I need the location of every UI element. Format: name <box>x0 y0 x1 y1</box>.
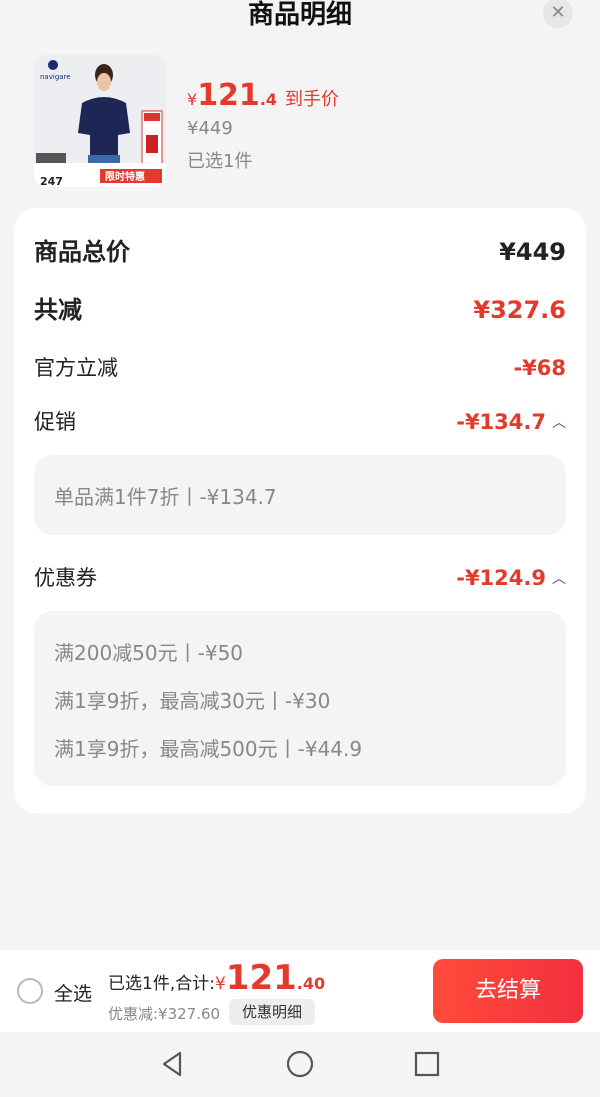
promo-label: 促销 <box>34 410 76 434</box>
coupon-detail-line: 满200减50元丨-¥50 <box>54 641 244 665</box>
chevron-up-icon[interactable]: ︿ <box>552 405 566 441</box>
price-tag: 到手价 <box>285 89 340 110</box>
price-currency: ¥ <box>187 90 198 109</box>
product-thumbnail: navigare 限时特惠 247 <box>34 55 166 187</box>
discount-detail-button[interactable]: 优惠明细 <box>229 999 315 1025</box>
total-decimal: .40 <box>296 974 326 993</box>
back-icon[interactable] <box>156 1048 188 1080</box>
image-number-text: 247 <box>40 175 63 187</box>
image-promo-text: 限时特惠 <box>105 170 145 183</box>
total-discount-label: 共减 <box>34 296 82 324</box>
total-currency: ¥ <box>214 974 226 994</box>
discount-note: 优惠减:¥327.60 <box>108 1005 221 1023</box>
coupon-detail-box: 满200减50元丨-¥50 满1享9折，最高减30元丨-¥30 满1享9折，最高… <box>34 611 566 786</box>
chevron-up-icon[interactable]: ︿ <box>552 561 566 597</box>
image-brand-text: navigare <box>40 73 71 81</box>
system-nav-bar <box>0 1032 600 1097</box>
promo-detail-line: 单品满1件7折丨-¥134.7 <box>54 485 277 509</box>
official-discount-row: 官方立减 -¥68 <box>34 350 566 386</box>
checkout-button[interactable]: 去结算 <box>433 959 583 1023</box>
official-discount-label: 官方立减 <box>34 356 118 380</box>
total-summary: 已选1件,合计:¥121.40 <box>108 958 325 998</box>
total-discount-row: 共减 ¥327.6 <box>34 292 566 328</box>
coupon-value-wrap: -¥124.9 ︿ <box>456 560 566 599</box>
promo-detail-box: 单品满1件7折丨-¥134.7 <box>34 455 566 535</box>
sheet-header: 商品明细 ✕ <box>0 0 600 36</box>
promo-row[interactable]: 促销 -¥134.7 ︿ <box>34 404 566 440</box>
promo-value: -¥134.7 <box>456 410 546 434</box>
price-decimal: .4 <box>259 90 278 109</box>
selected-count: 已选1件 <box>187 151 253 172</box>
select-all-radio[interactable] <box>17 978 43 1004</box>
total-integer: 121 <box>225 958 297 998</box>
total-discount-value: ¥327.6 <box>473 296 566 324</box>
checkout-bar: 全选 已选1件,合计:¥121.40 优惠减:¥327.60 优惠明细 去结算 <box>0 950 600 1032</box>
total-price-row: 商品总价 ¥449 <box>34 234 566 270</box>
total-price-value: ¥449 <box>499 238 566 266</box>
price-breakdown-card: 商品总价 ¥449 共减 ¥327.6 官方立减 -¥68 促销 -¥134.7… <box>14 208 586 813</box>
coupon-detail-line: 满1享9折，最高减30元丨-¥30 <box>54 689 331 713</box>
original-price: ¥449 <box>187 118 233 139</box>
product-image: navigare 限时特惠 247 <box>34 55 166 187</box>
final-price: ¥121.4 到手价 <box>187 78 339 113</box>
price-integer: 121 <box>197 78 260 113</box>
official-discount-value: -¥68 <box>513 356 566 380</box>
home-icon[interactable] <box>284 1048 316 1080</box>
promo-value-wrap: -¥134.7 ︿ <box>456 404 566 443</box>
coupon-row[interactable]: 优惠券 -¥124.9 ︿ <box>34 560 566 596</box>
select-all-label[interactable]: 全选 <box>54 979 92 1006</box>
close-icon: ✕ <box>550 2 566 23</box>
coupon-label: 优惠券 <box>34 566 97 590</box>
total-price-label: 商品总价 <box>34 238 130 266</box>
total-prefix: 已选1件,合计: <box>108 974 215 994</box>
recents-icon[interactable] <box>411 1048 443 1080</box>
coupon-detail-line: 满1享9折，最高减500元丨-¥44.9 <box>54 737 363 761</box>
coupon-value: -¥124.9 <box>456 566 546 590</box>
sheet-title: 商品明细 <box>247 0 352 30</box>
